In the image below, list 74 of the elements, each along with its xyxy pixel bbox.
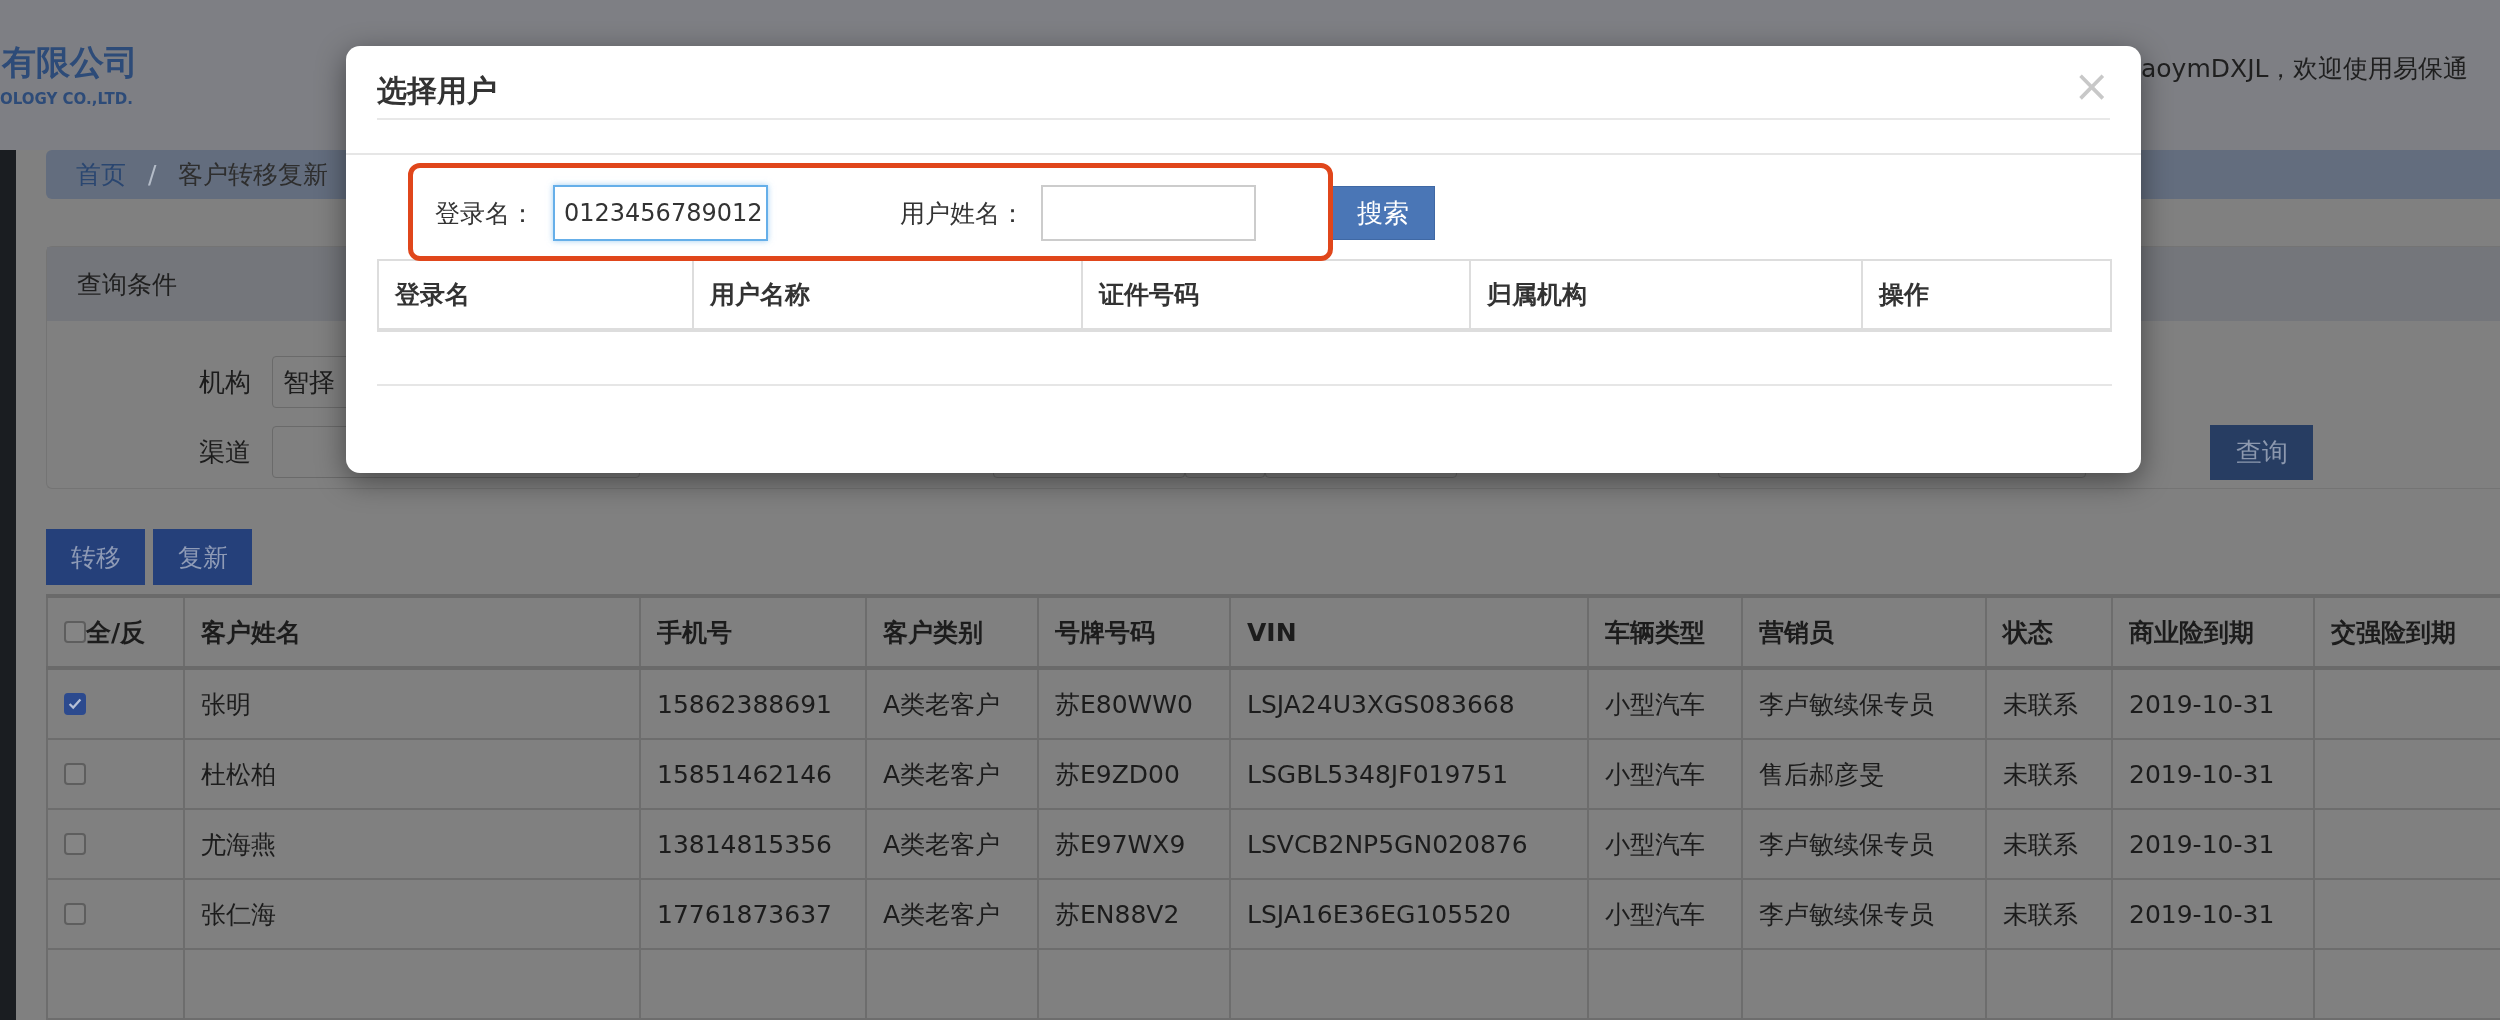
table-cell: A类老客户	[867, 880, 1039, 950]
header-cell: VIN	[1231, 598, 1589, 666]
checkbox[interactable]	[64, 763, 86, 785]
table-cell: 15851462146	[641, 740, 867, 810]
table-cell: LSJA24U3XGS083668	[1231, 670, 1589, 740]
header-cell: 车辆类型	[1589, 598, 1743, 666]
table-cell: 未联系	[1987, 740, 2113, 810]
header-cell: 交强险到期	[2315, 598, 2500, 666]
logo-text: 有限公司	[2, 41, 138, 84]
table-cell: 小型汽车	[1589, 740, 1743, 810]
table-cell: 未联系	[1987, 880, 2113, 950]
header-cell: 用户名称	[694, 261, 1084, 328]
header-cell: 号牌号码	[1039, 598, 1231, 666]
table-cell: 13814815356	[641, 810, 867, 880]
breadcrumb-separator: /	[148, 160, 157, 190]
header-cell: 归属机构	[1471, 261, 1863, 328]
welcome-text: aoymDXJL，欢迎使用易保通	[2141, 53, 2469, 85]
breadcrumb-current: 客户转移复新	[178, 159, 329, 192]
header-cell-text: 操作	[1877, 279, 1930, 311]
checkbox[interactable]	[64, 903, 86, 925]
header-cell: 证件号码	[1083, 261, 1472, 328]
table-cell: 苏E97WX9	[1039, 810, 1231, 880]
table-cell: 李卢敏续保专员	[1743, 670, 1987, 740]
field-label: 用户姓名：	[900, 197, 1025, 230]
table-cell: LSGBL5348JF019751	[1231, 740, 1589, 810]
input-field[interactable]	[1041, 185, 1256, 241]
table-cell: 李卢敏续保专员	[1743, 880, 1987, 950]
header-cell: 客户类别	[867, 598, 1039, 666]
header-cell-text: 全/反	[86, 616, 146, 649]
table-cell: 张仁海	[185, 880, 641, 950]
action-button[interactable]: 转移	[46, 529, 145, 585]
table-cell: 小型汽车	[1589, 880, 1743, 950]
breadcrumb-link[interactable]: 首页	[76, 158, 126, 192]
table-cell: 张明	[185, 670, 641, 740]
table-cell: 小型汽车	[1589, 810, 1743, 880]
search-button[interactable]: 搜索	[1331, 186, 1435, 240]
table-cell: 15862388691	[641, 670, 867, 740]
table-cell: 未联系	[1987, 810, 2113, 880]
table-cell: LSVCB2NP5GN020876	[1231, 810, 1589, 880]
table-cell: A类老客户	[867, 740, 1039, 810]
table-cell: 苏EN88V2	[1039, 880, 1231, 950]
header-cell: 商业险到期	[2113, 598, 2315, 666]
table-cell: 小型汽车	[1589, 670, 1743, 740]
table-cell: 未联系	[1987, 670, 2113, 740]
query-button[interactable]: 查询	[2210, 424, 2313, 480]
header-cell: 状态	[1987, 598, 2113, 666]
table-cell: 尤海燕	[185, 810, 641, 880]
modal-title: 选择用户	[377, 72, 497, 110]
table-cell: A类老客户	[867, 810, 1039, 880]
checkbox[interactable]	[64, 693, 86, 715]
header-cell: 客户姓名	[185, 598, 641, 666]
field-label: 机构	[198, 365, 252, 399]
logo-subtext: OLOGY CO.,LTD.	[0, 90, 133, 108]
header-cell: 营销员	[1743, 598, 1987, 666]
field-label: 渠道	[198, 435, 252, 469]
table-cell: 苏E80WW0	[1039, 670, 1231, 740]
checkbox[interactable]	[64, 621, 86, 643]
header-cell: 手机号	[641, 598, 867, 666]
action-button[interactable]: 复新	[153, 529, 252, 585]
table-cell: 苏E9ZD00	[1039, 740, 1231, 810]
field-label: 登录名：	[435, 197, 535, 230]
table-cell: A类老客户	[867, 670, 1039, 740]
table-cell: 杜松柏	[185, 740, 641, 810]
checkbox[interactable]	[64, 833, 86, 855]
table-cell: 售后郝彦旻	[1743, 740, 1987, 810]
table-cell: 2019-10-31	[2113, 670, 2315, 740]
table-cell: 17761873637	[641, 880, 867, 950]
table-cell: LSJA16E36EG105520	[1231, 880, 1589, 950]
table-cell: 2019-10-31	[2113, 880, 2315, 950]
input-field[interactable]: 0123456789012	[553, 185, 768, 241]
table-cell: 2019-10-31	[2113, 740, 2315, 810]
table-cell: 2019-10-31	[2113, 810, 2315, 880]
table-cell: 李卢敏续保专员	[1743, 810, 1987, 880]
header-cell: 登录名	[379, 261, 695, 328]
